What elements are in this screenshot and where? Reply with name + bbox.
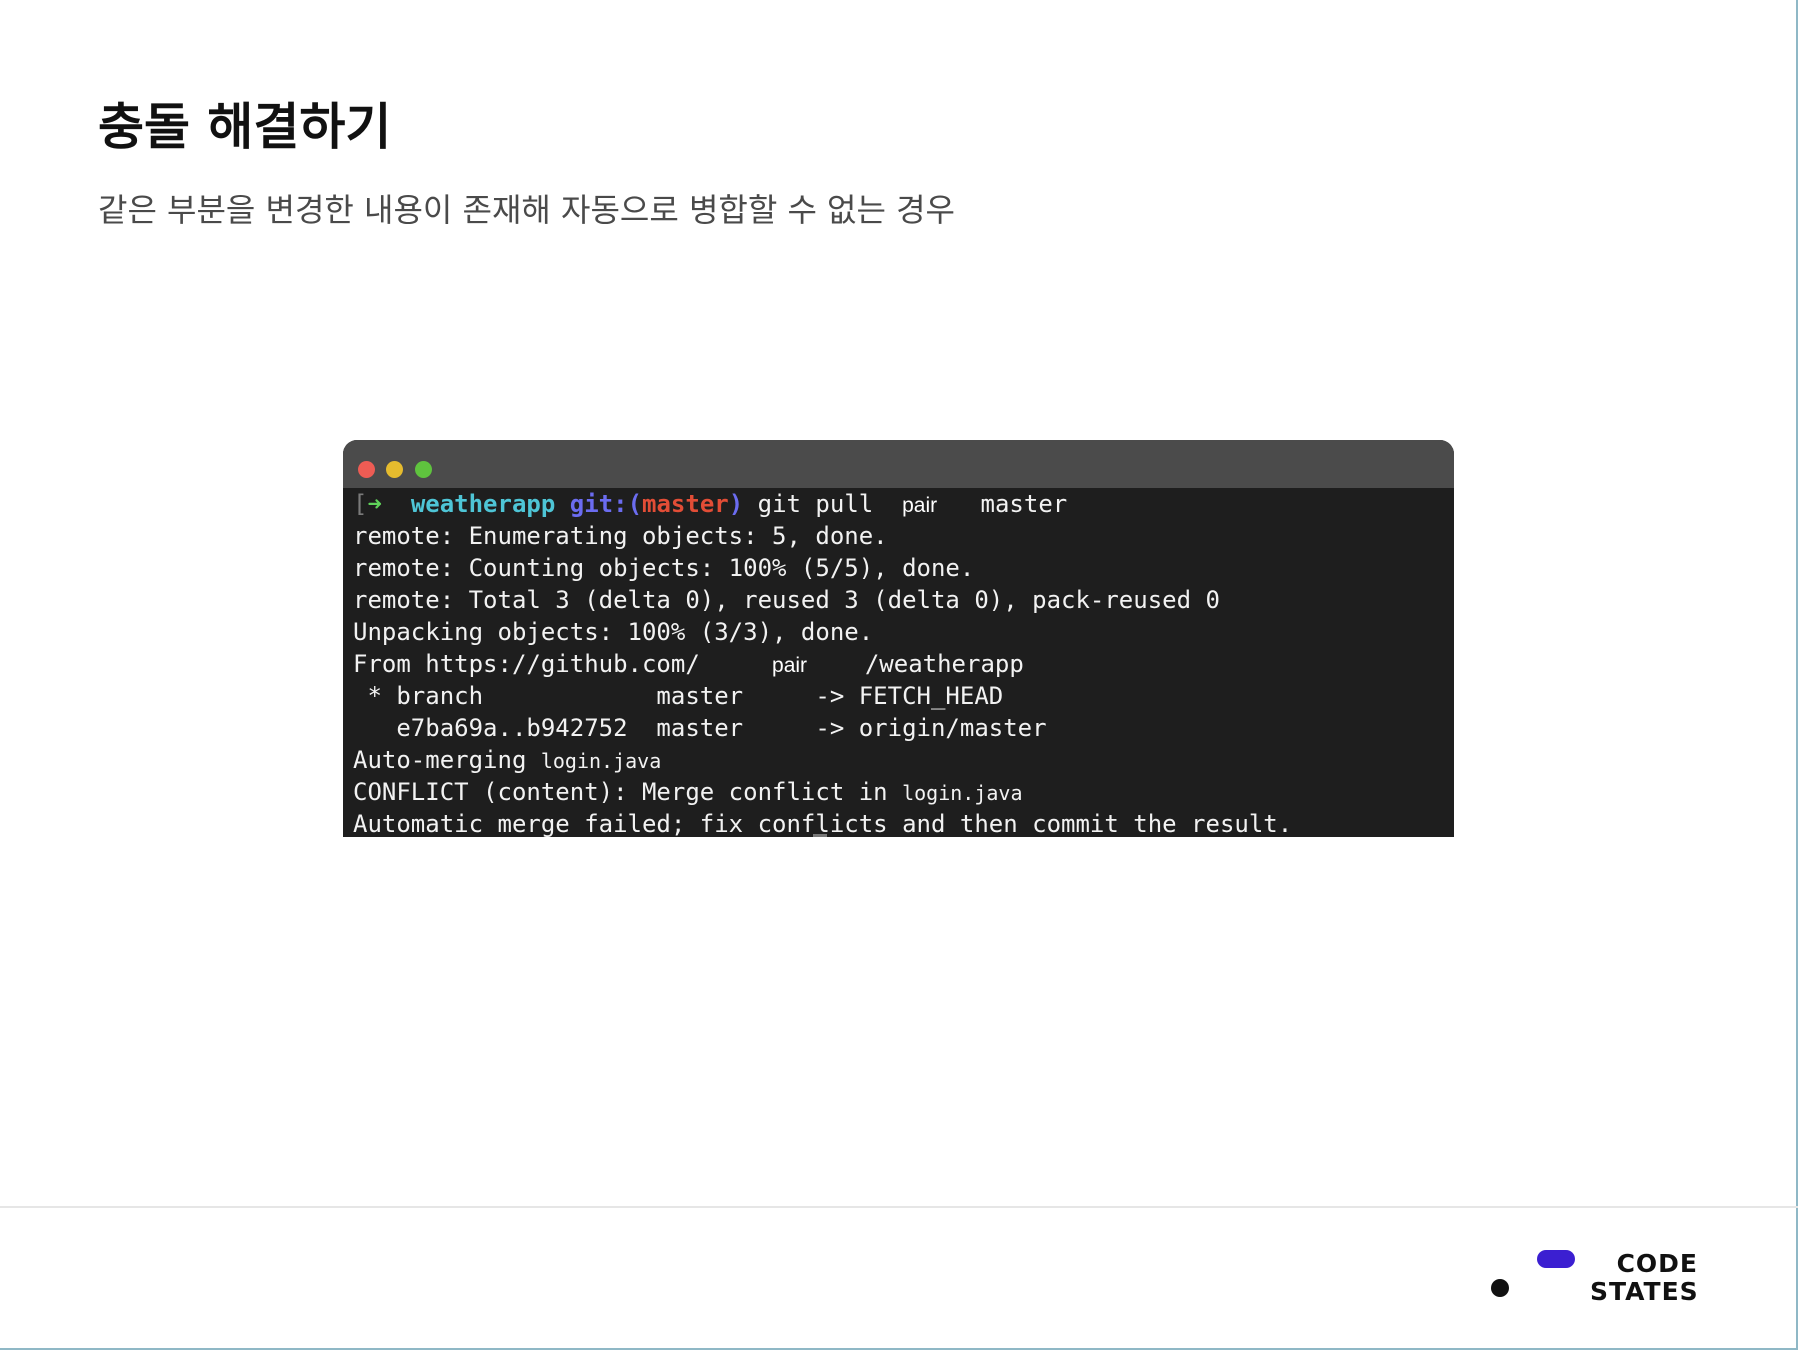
terminal-branch-line: * branch master -> FETCH_HEAD xyxy=(353,682,1004,710)
prompt-git-label: git:( xyxy=(569,490,643,518)
redacted-repo-owner: pair xyxy=(772,654,808,677)
automerge-file: login.java xyxy=(540,749,662,773)
prompt-arrow-icon: ➜ xyxy=(367,490,382,518)
terminal-line: remote: Total 3 (delta 0), reused 3 (del… xyxy=(353,586,1220,614)
terminal-branch-line: e7ba69a..b942752 master -> origin/master xyxy=(353,714,1047,742)
slide: 충돌 해결하기 같은 부분을 변경한 내용이 존재해 자동으로 병합할 수 없는… xyxy=(0,0,1798,1350)
minimize-window-dot[interactable] xyxy=(386,461,403,478)
close-window-dot[interactable] xyxy=(358,461,375,478)
maximize-window-dot[interactable] xyxy=(415,461,432,478)
code-states-logo: CODE STATES xyxy=(1491,1250,1701,1306)
terminal-prompt-line: [➜ weatherapp git:(master) git pull pair… xyxy=(353,488,1067,520)
logo-line-states: STATES xyxy=(1590,1277,1699,1306)
page-subtitle: 같은 부분을 변경한 내용이 존재해 자동으로 병합할 수 없는 경우 xyxy=(98,191,955,229)
terminal-automerge-line: Auto-merging login.java xyxy=(353,744,661,776)
prompt-command: git pull xyxy=(757,490,874,518)
prompt-git-close: ) xyxy=(728,490,744,518)
from-url-suffix: /weatherapp xyxy=(864,650,1024,678)
page-title: 충돌 해결하기 xyxy=(98,98,392,156)
conflict-file: login.java xyxy=(902,781,1023,805)
logo-mark-icon xyxy=(1491,1250,1575,1297)
conflict-text: CONFLICT (content): Merge conflict in xyxy=(353,778,903,806)
terminal-window: [➜ weatherapp git:(master) git pull pair… xyxy=(343,440,1454,837)
automerge-text: Auto-merging xyxy=(353,746,541,774)
prompt-directory: weatherapp xyxy=(410,490,556,518)
terminal-titlebar xyxy=(343,440,1454,488)
prompt-command-branch: master xyxy=(980,490,1068,518)
logo-wordmark: CODE STATES xyxy=(1590,1250,1699,1306)
prompt-branch: master xyxy=(642,490,729,518)
terminal-final-line: Automatic merge failed; fix conflicts an… xyxy=(353,810,1293,837)
from-url-prefix: From https://github.com/ xyxy=(353,650,700,678)
terminal-output[interactable]: [➜ weatherapp git:(master) git pull pair… xyxy=(343,488,1454,837)
footer-divider xyxy=(0,1206,1798,1208)
terminal-conflict-line: CONFLICT (content): Merge conflict in lo… xyxy=(353,776,1023,808)
prompt-bracket: [ xyxy=(353,490,368,518)
logo-line-code: CODE xyxy=(1616,1249,1698,1278)
terminal-line: remote: Enumerating objects: 5, done. xyxy=(353,522,888,550)
terminal-cursor xyxy=(813,834,827,837)
redacted-remote-name: pair xyxy=(902,494,938,517)
terminal-line: Unpacking objects: 100% (3/3), done. xyxy=(353,618,874,646)
terminal-from-line: From https://github.com/ pair /weatherap… xyxy=(353,648,1024,680)
terminal-line: remote: Counting objects: 100% (5/5), do… xyxy=(353,554,975,582)
